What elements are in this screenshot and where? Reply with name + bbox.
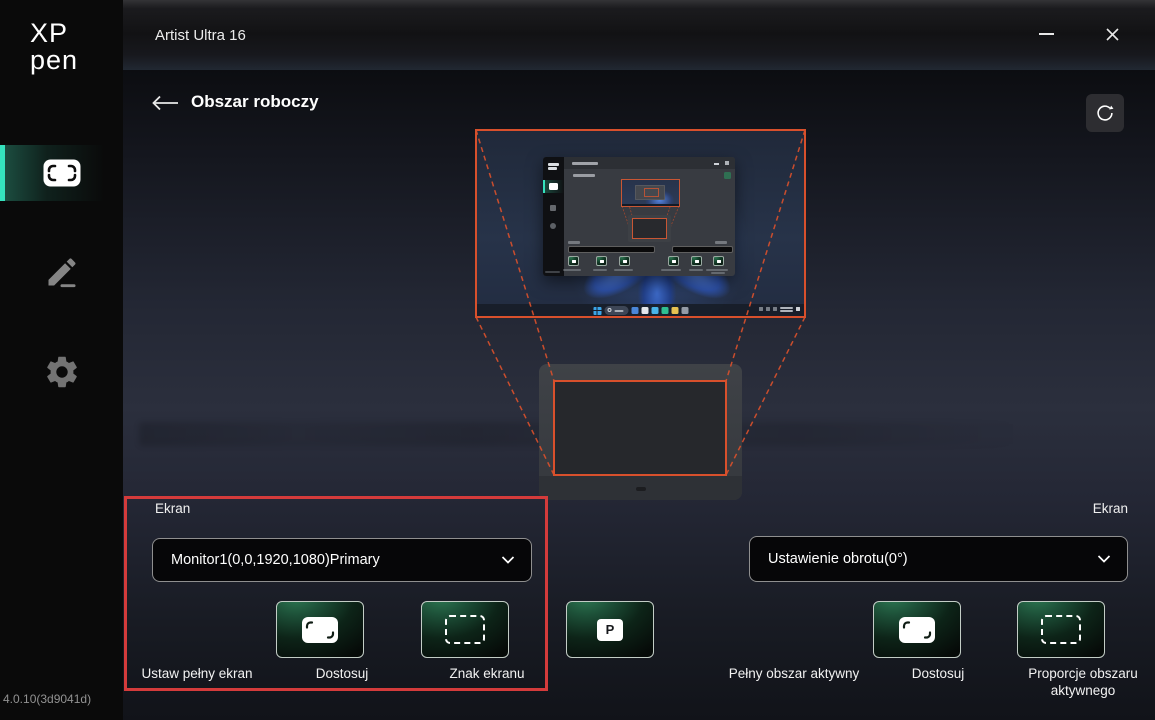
mini-sidebar <box>543 157 564 276</box>
taskbar-clock <box>780 306 793 312</box>
back-arrow-icon <box>152 95 178 111</box>
close-button[interactable] <box>1096 21 1128 47</box>
mini-monitor-preview <box>621 179 680 207</box>
mini-dropdown-left <box>568 246 655 253</box>
mini-taskbar <box>477 304 804 316</box>
logo-line-1: XP <box>30 18 69 48</box>
taskbar-tray <box>759 306 800 312</box>
windows-start-icon <box>593 306 601 315</box>
tablet-button <box>635 487 646 491</box>
close-icon <box>1105 27 1119 41</box>
mini-app-window <box>543 157 735 276</box>
refresh-button[interactable] <box>1086 94 1124 132</box>
set-full-screen-label: Ustaw pełny ekran <box>141 666 253 681</box>
monitor-select-value: Monitor1(0,0,1920,1080)Primary <box>171 552 380 568</box>
minimize-button[interactable] <box>1030 21 1062 47</box>
page-title: Obszar roboczy <box>191 92 319 111</box>
taskbar-app-icon <box>651 307 658 314</box>
logo-line-2: pen <box>30 45 79 75</box>
mini-tablet-active-area <box>632 218 667 239</box>
screen-area-icon <box>899 616 935 643</box>
work-area-page: Obszar roboczy Ekran Monitor1(0,0,1920,1… <box>123 70 1155 720</box>
screen-customize-label: Dostosuj <box>315 666 369 681</box>
chevron-down-icon <box>501 556 515 564</box>
taskbar-app-icon <box>671 307 678 314</box>
taskbar-app-icon <box>681 307 688 314</box>
active-indicator <box>0 145 5 201</box>
mini-heading <box>573 174 595 177</box>
mini-refresh <box>724 172 731 179</box>
titlebar: Artist Ultra 16 <box>123 0 1155 70</box>
mini-dropdown-right <box>672 246 733 253</box>
taskbar-app-icon <box>661 307 668 314</box>
mini-gear-icon <box>550 223 556 229</box>
xppen-logo: XP pen <box>30 20 78 74</box>
active-area-ratio-label: Proporcje obszaru aktywnego <box>1028 666 1138 698</box>
screen-customize-button[interactable] <box>421 601 509 658</box>
full-active-area-label: Pełny obszar aktywny <box>728 666 860 681</box>
tablet-customize-label: Dostosuj <box>911 666 965 681</box>
sidebar: XP pen 4.0.10(3d9041d) <box>0 0 123 720</box>
screen-section-label: Ekran <box>155 501 191 516</box>
chevron-down-icon <box>1097 555 1111 563</box>
taskbar-search-pill <box>604 306 628 315</box>
mini-pen-icon <box>550 205 556 211</box>
xppen-driver-window: Artist Ultra 16 XP pen 4.0.10(3d9041d) O… <box>0 0 1155 720</box>
screen-marker-button[interactable]: P <box>566 601 654 658</box>
mini-titlebar <box>564 157 735 169</box>
window-title: Artist Ultra 16 <box>155 27 246 44</box>
dashed-rect-icon <box>445 615 485 644</box>
full-active-area-button[interactable] <box>873 601 961 658</box>
refresh-icon <box>1097 105 1114 121</box>
dashed-rect-icon <box>1041 615 1081 644</box>
sidebar-item-settings[interactable] <box>0 344 123 400</box>
annotation-highlight-box <box>124 496 548 691</box>
back-button[interactable] <box>151 95 181 115</box>
tablet-active-area[interactable] <box>553 380 727 476</box>
sidebar-item-pen[interactable] <box>0 244 123 300</box>
work-area-icon <box>43 159 80 187</box>
screen-area-icon <box>302 616 338 643</box>
letter-p-icon: P <box>597 618 623 641</box>
rotation-dropdown[interactable]: Ustawienie obrotu(0°) <box>749 536 1128 582</box>
mini-active-nav <box>543 180 564 193</box>
taskbar-app-icon <box>631 307 638 314</box>
sidebar-item-work-area[interactable] <box>0 145 123 201</box>
minimize-icon <box>1038 33 1054 35</box>
monitor-preview[interactable] <box>475 129 806 318</box>
screen-marker-label: Znak ekranu <box>449 666 525 681</box>
gear-icon <box>46 356 77 388</box>
driver-version: 4.0.10(3d9041d) <box>3 692 92 706</box>
monitor-select-dropdown[interactable]: Monitor1(0,0,1920,1080)Primary <box>152 538 532 582</box>
set-full-screen-button[interactable] <box>276 601 364 658</box>
taskbar-app-icon <box>641 307 648 314</box>
tablet-section-label: Ekran <box>1092 501 1128 516</box>
rotation-value: Ustawienie obrotu(0°) <box>768 551 908 567</box>
pen-icon <box>48 258 76 288</box>
tablet-customize-button[interactable] <box>1017 601 1105 658</box>
